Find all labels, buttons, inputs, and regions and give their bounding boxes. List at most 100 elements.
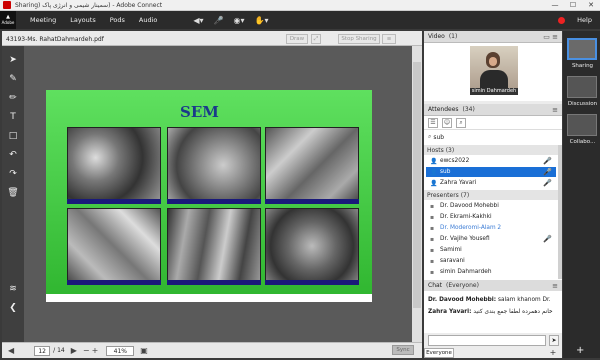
pencil-tool-icon[interactable]: ✏ [9,93,17,103]
menu-pods[interactable]: Pods [110,16,125,24]
sem-scale-bar [265,199,359,204]
attendee-name: Dr. Davood Mohebbi [440,203,499,209]
host-icon: 👤 [430,168,438,176]
fit-page-icon[interactable]: ▣ [140,346,148,355]
attendee-row[interactable]: ▪ simin Dahmardeh [426,267,556,277]
attendee-row[interactable]: ▪ Dr. Moderomi-Alam 2 [426,223,556,233]
attendee-name: sub [440,169,451,175]
chat-sender: Zahra Yavari: [428,309,472,315]
fullscreen-icon[interactable]: ⤢ [311,34,321,44]
chat-sender: Dr. Davood Mohebbi: [428,297,497,303]
text-tool-icon[interactable]: T [10,112,16,122]
slide-title: SEM [180,103,219,121]
chat-input[interactable] [428,335,546,346]
attendee-name: saravani [440,258,465,264]
chat-tab-everyone[interactable]: Everyone [424,348,454,358]
search-icon[interactable]: ⌕ [456,117,466,128]
shape-tool-icon[interactable]: □ [9,131,18,141]
drawing-toolbar: ➤ ✎ ✏ T □ ↶ ↷ 🗑 ≋ ❮ [2,46,24,342]
attendee-row[interactable]: ▪ Dr. Davood Mohebbi [426,201,556,211]
attendee-search[interactable]: ⌕ sub [424,131,562,143]
next-page-icon[interactable]: ▶ [71,346,77,355]
attendee-row-selected[interactable]: 👤 sub 🎤 [426,167,556,177]
sem-image [167,208,261,284]
collapse-toolbar-icon[interactable]: ❮ [9,303,17,313]
attendees-title: Attendees [428,106,459,113]
layers-icon[interactable]: ≋ [9,284,17,294]
zoom-out-icon[interactable]: − [83,346,90,355]
layout-thumbnail-collaboration[interactable] [567,114,597,136]
adobe-connect-icon [3,1,11,9]
undo-icon[interactable]: ↶ [9,150,17,160]
attendee-row[interactable]: 👤 Zahra Yavari 🎤 [426,178,556,188]
presenter-icon: ▪ [430,235,435,243]
slide-footer [46,294,372,302]
attendees-count: (34) [462,106,475,113]
view-icon[interactable]: ☰ [428,117,438,128]
close-button[interactable]: ✕ [582,1,600,9]
stop-sharing-button[interactable]: Stop Sharing [338,34,380,44]
chat-messages: Dr. Davood Mohebbi: salam khanom Dr. Zah… [424,291,562,333]
record-indicator-icon[interactable] [558,16,566,24]
pod-options-icon[interactable]: ≡ [552,282,558,290]
status-icon[interactable]: ☺ [442,117,452,128]
participant-body [480,70,508,88]
search-value[interactable]: sub [433,134,444,141]
previous-page-icon[interactable]: ◀ [8,346,14,355]
page-number-input[interactable]: 12 [34,345,51,356]
page-total: / 14 [53,347,65,354]
sync-button[interactable]: Sync [392,345,414,355]
pod-options-icon[interactable]: ≡ [552,106,558,114]
attendee-row[interactable]: ▪ Dr. Ekrami-Kakhki [426,212,556,222]
document-title: 43193-Ms. RahatDahmardeh.pdf [6,36,104,43]
presenter-icon: ▪ [430,246,435,254]
group-hosts[interactable]: Hosts (3) [424,145,558,155]
new-chat-tab-icon[interactable]: + [546,348,560,358]
delete-icon[interactable]: 🗑 [7,188,18,198]
layout-thumbnail-discussion[interactable] [567,76,597,98]
attendee-name: ewcs2022 [440,158,470,164]
adobe-logo: ▲ Adobe [0,11,16,29]
presenter-icon: ▪ [430,268,435,276]
attendee-name: Dr. Ekrami-Kakhki [440,214,492,220]
video-pod-title: Video [428,33,445,40]
zoom-select[interactable]: 41% [106,345,135,356]
attendee-row[interactable]: 👤 ewcs2022 🎤 [426,156,556,166]
menu-layouts[interactable]: Layouts [70,16,95,24]
attendees-scrollbar[interactable] [558,145,562,279]
microphone-icon: 🎤 [543,168,552,176]
pod-options-icon[interactable]: ≡ [382,34,396,44]
scrollbar-thumb[interactable] [413,62,421,308]
attendee-row[interactable]: ▪ Samimi [426,245,556,255]
sem-image [67,208,161,284]
menu-audio[interactable]: Audio [139,16,157,24]
add-layout-icon[interactable]: + [576,345,584,356]
attendee-name: Zahra Yavari [440,180,477,186]
group-presenters[interactable]: Presenters (7) [424,190,558,200]
webcam-icon[interactable]: ◉▾ [234,16,245,25]
attendee-row[interactable]: ▪ Dr. Vajihe Yousefi 🎤 [426,234,556,244]
video-count: (1) [448,33,458,40]
microphone-icon: 🎤 [543,157,552,165]
draw-button[interactable]: Draw [286,34,308,44]
pod-options-icon[interactable]: ▭ ≡ [543,33,558,41]
zoom-in-icon[interactable]: + [92,346,99,355]
layout-thumbnail-sharing[interactable] [567,38,597,60]
microphone-icon[interactable]: 🎤 [214,16,224,25]
host-icon: 👤 [430,179,438,187]
menu-meeting[interactable]: Meeting [30,16,56,24]
send-message-icon[interactable]: ➤ [549,335,559,346]
search-icon: ⌕ [428,133,432,140]
speaker-icon[interactable]: ◀▾ [193,16,203,25]
attendee-row[interactable]: ▪ saravani [426,256,556,266]
help-menu[interactable]: Help [577,16,592,24]
layout-label: Discussion [567,101,598,107]
sem-scale-bar [167,199,261,204]
raise-hand-icon[interactable]: ✋▾ [255,16,269,25]
redo-icon[interactable]: ↷ [9,169,17,179]
pointer-tool-icon[interactable]: ➤ [9,55,17,65]
sem-scale-bar [67,199,161,204]
marker-tool-icon[interactable]: ✎ [9,74,17,84]
maximize-button[interactable]: ☐ [564,1,582,9]
minimize-button[interactable]: — [546,1,564,9]
